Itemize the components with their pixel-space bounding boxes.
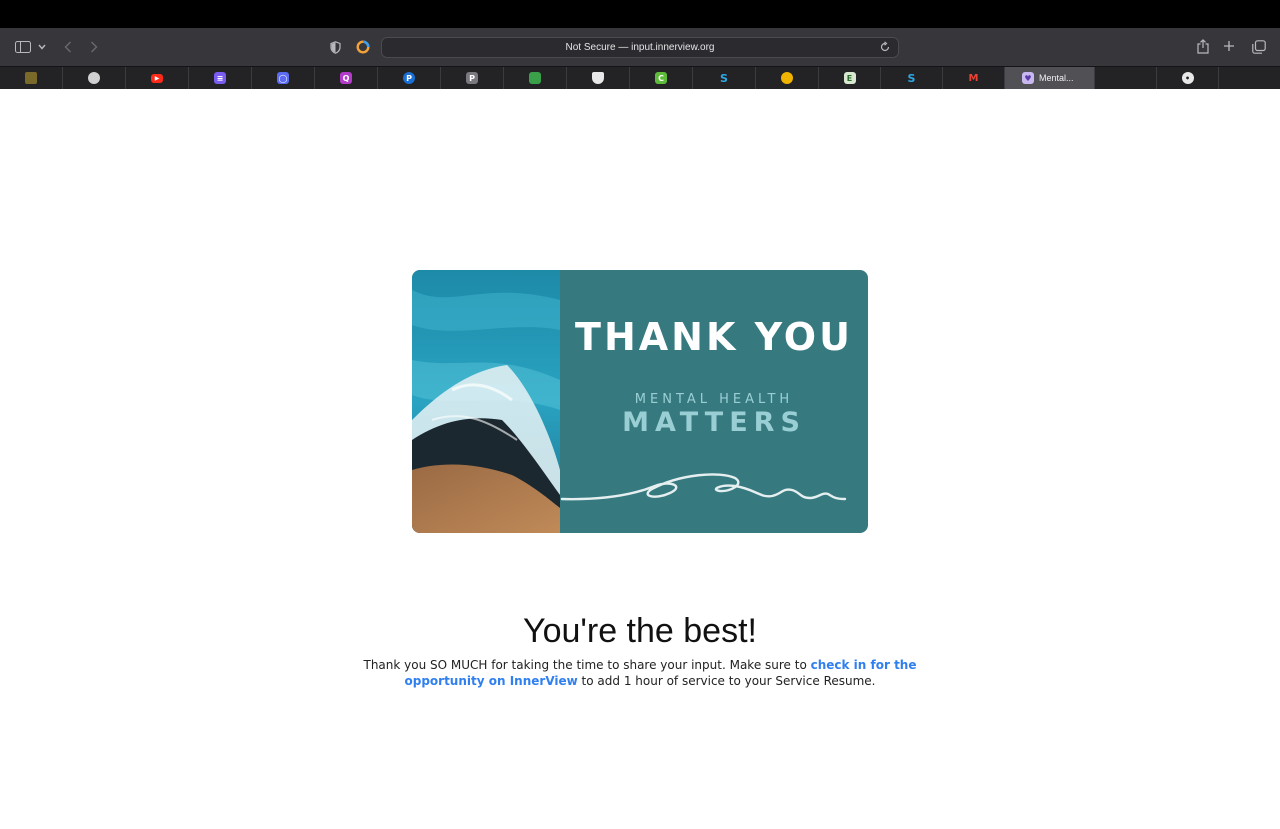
active-tab-label: Mental... — [1039, 73, 1074, 83]
innerview-icon: ♥ — [1022, 72, 1034, 84]
extension-ring-icon[interactable] — [355, 39, 371, 55]
new-tab-icon[interactable] — [1222, 39, 1236, 53]
favorite-tab-10[interactable] — [567, 67, 630, 89]
address-bar[interactable]: Not Secure — input.innerview.org — [381, 37, 899, 58]
wave-line-decoration — [560, 473, 847, 501]
wheel-icon — [88, 72, 100, 84]
forward-icon[interactable] — [88, 40, 100, 54]
favorite-tab-2[interactable] — [63, 67, 126, 89]
sidebar-toggle-icon[interactable] — [14, 40, 32, 54]
favorite-tab-empty[interactable] — [1095, 67, 1157, 89]
favorite-tab-4[interactable]: ≡ — [189, 67, 252, 89]
favorites-bar: ▶ ≡ ◯ Q P P C S E S M ♥ Mental... • — [0, 66, 1280, 89]
e-app-icon: E — [843, 72, 856, 84]
favorite-tab-5[interactable]: ◯ — [252, 67, 315, 89]
chrome-like-icon — [781, 72, 793, 84]
browser-toolbar: Not Secure — input.innerview.org — [0, 28, 1280, 66]
thank-you-message: Thank you SO MUCH for taking the time to… — [350, 657, 930, 689]
favorite-tab-19[interactable] — [1219, 67, 1280, 89]
s-app-icon: S — [720, 71, 728, 85]
card-subtitle-line1: MENTAL HEALTH — [634, 392, 794, 407]
privacy-shield-icon[interactable] — [328, 40, 342, 54]
apple-icon — [1244, 72, 1256, 84]
headline: You're the best! — [523, 612, 757, 650]
back-icon[interactable] — [62, 40, 74, 54]
q-app-icon: Q — [340, 72, 352, 84]
reload-icon[interactable] — [879, 41, 891, 53]
message-text-start: Thank you SO MUCH for taking the time to… — [363, 658, 811, 672]
p-round-icon: P — [403, 72, 415, 84]
classroom-icon — [529, 72, 541, 84]
thank-you-card: THANK YOU MENTAL HEALTH MATTERS — [412, 270, 868, 533]
favorite-tab-12[interactable]: S — [693, 67, 756, 89]
p-square-icon: P — [466, 72, 478, 84]
tab-mental-health[interactable]: ♥ Mental... — [1005, 67, 1095, 89]
tab-overview-icon[interactable] — [1251, 39, 1266, 54]
card-title: THANK YOU — [575, 315, 853, 359]
favorite-tab-6[interactable]: Q — [315, 67, 378, 89]
circle-app-icon: ◯ — [277, 72, 289, 84]
dog-face-icon: • — [1181, 72, 1194, 84]
favorite-tab-8[interactable]: P — [441, 67, 504, 89]
message-text-end: to add 1 hour of service to your Service… — [577, 674, 876, 688]
s-app-icon-2: S — [907, 71, 916, 85]
favorite-tab-9[interactable] — [504, 67, 567, 89]
c-app-icon: C — [655, 72, 667, 84]
share-icon[interactable] — [1196, 38, 1210, 54]
car-icon — [25, 72, 37, 84]
ocean-shore-image — [412, 270, 560, 533]
favorite-tab-18[interactable]: • — [1157, 67, 1219, 89]
favorite-tab-13[interactable] — [756, 67, 819, 89]
chevron-down-icon[interactable] — [37, 42, 47, 52]
favorite-tab-14[interactable]: E — [819, 67, 881, 89]
youtube-icon: ▶ — [151, 73, 163, 83]
favorite-tab-16[interactable]: M — [943, 67, 1005, 89]
favorite-tab-3[interactable]: ▶ — [126, 67, 189, 89]
shield-crest-icon — [592, 72, 604, 84]
list-icon: ≡ — [214, 72, 226, 84]
favorite-tab-7[interactable]: P — [378, 67, 441, 89]
favorite-tab-15[interactable]: S — [881, 67, 943, 89]
gmail-icon: M — [968, 72, 979, 84]
system-top-strip — [0, 0, 1280, 28]
favorite-tab-1[interactable] — [0, 67, 63, 89]
address-text: Not Secure — input.innerview.org — [565, 42, 715, 53]
favorite-tab-11[interactable]: C — [630, 67, 693, 89]
card-subtitle-line2: MATTERS — [622, 407, 806, 438]
